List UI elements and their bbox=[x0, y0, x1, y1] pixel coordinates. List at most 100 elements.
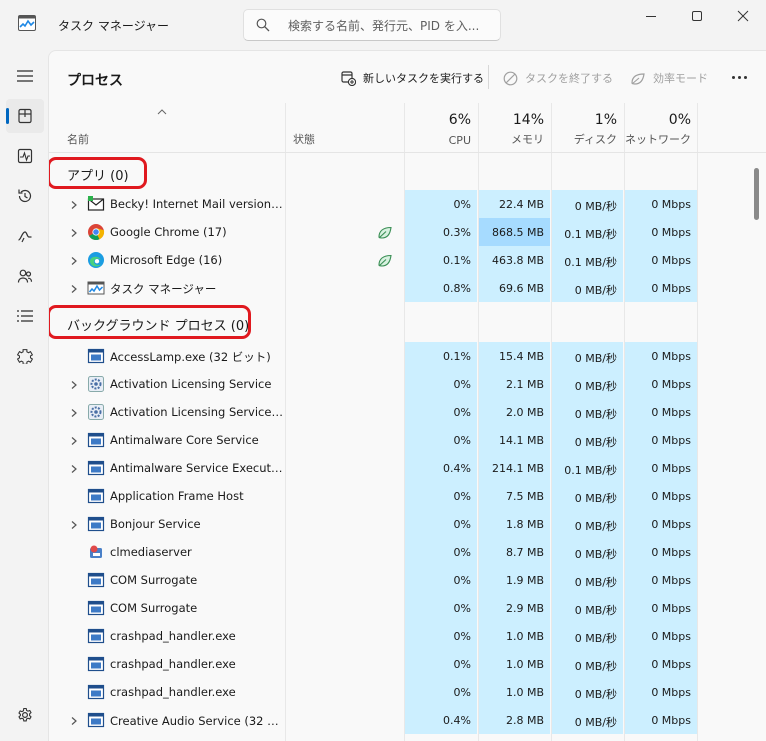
cpu-value: 0.3% bbox=[405, 218, 477, 246]
network-value: 0 Mbps bbox=[625, 538, 697, 566]
process-row[interactable]: AccessLamp.exe (32 ビット) 0.1% 15.4 MB 0 MB/秒… bbox=[49, 342, 757, 370]
chevron-right-icon[interactable] bbox=[69, 255, 79, 265]
disk-value: 0 MB/秒 bbox=[552, 510, 623, 538]
process-name: Creative Audio Service (32 ビット) bbox=[110, 714, 284, 728]
process-name: Antimalware Core Service bbox=[110, 433, 259, 447]
disk-value: 0.1 MB/秒 bbox=[552, 218, 623, 246]
process-row[interactable]: crashpad_handler.exe 0% 1.0 MB 0 MB/秒 0 Mbps bbox=[49, 650, 757, 678]
memory-value: 1.0 MB bbox=[479, 678, 550, 706]
process-row[interactable]: Microsoft Edge (16) 0.1% 463.8 MB 0.1 MB/秒 0… bbox=[49, 246, 757, 274]
memory-value: 868.5 MB bbox=[479, 218, 550, 246]
cpu-value: 0% bbox=[405, 190, 477, 218]
group-header-apps[interactable]: アプリ (0) bbox=[49, 154, 757, 190]
sort-ascending-icon bbox=[157, 109, 167, 115]
process-row[interactable]: Creative Audio Service (32 ビット) 0.4%2.8 M… bbox=[49, 706, 757, 734]
users-icon bbox=[17, 269, 33, 283]
chevron-right-icon[interactable] bbox=[69, 715, 79, 725]
process-row[interactable]: clmediaserver 0% 8.7 MB 0 MB/秒 0 Mbps bbox=[49, 538, 757, 566]
sidebar-item-users[interactable] bbox=[6, 259, 44, 293]
process-name: Becky! Internet Mail version 2 ... bbox=[110, 197, 284, 211]
process-row[interactable]: Activation Licensing Service (3... 0% 2.0 … bbox=[49, 398, 757, 426]
cpu-value: 0% bbox=[405, 678, 477, 706]
chevron-right-icon[interactable] bbox=[69, 227, 79, 237]
chevron-right-icon[interactable] bbox=[69, 199, 79, 209]
search-input[interactable] bbox=[288, 16, 493, 36]
scrollbar-thumb[interactable] bbox=[754, 168, 759, 220]
column-header-memory[interactable]: 14% メモリ bbox=[479, 103, 550, 153]
process-name: COM Surrogate bbox=[110, 573, 198, 587]
disk-value: 0 MB/秒 bbox=[552, 426, 623, 454]
efficiency-status bbox=[377, 224, 393, 243]
efficiency-mode-button[interactable]: 効率モード bbox=[630, 67, 708, 89]
disk-value: 0.1 MB/秒 bbox=[552, 454, 623, 482]
command-bar: プロセス 新しいタスクを実行する タスクを終了する 効率モード bbox=[49, 51, 766, 103]
sidebar-item-processes[interactable] bbox=[6, 99, 44, 133]
memory-value: 69.6 MB bbox=[479, 274, 550, 302]
chevron-right-icon[interactable] bbox=[69, 519, 79, 529]
process-row[interactable]: Google Chrome (17) 0.3% 868.5 MB 0.1 MB/秒 0 … bbox=[49, 218, 757, 246]
menu-toggle-button[interactable] bbox=[6, 59, 44, 93]
search-box[interactable] bbox=[243, 9, 501, 41]
column-header-name[interactable]: 名前 bbox=[49, 103, 285, 153]
process-row[interactable]: Application Frame Host 0% 7.5 MB 0 MB/秒 0 Mb… bbox=[49, 482, 757, 510]
memory-value: 7.5 MB bbox=[479, 482, 550, 510]
process-name: Microsoft Edge (16) bbox=[110, 253, 223, 267]
chevron-right-icon[interactable] bbox=[69, 407, 79, 417]
more-dot-icon bbox=[743, 75, 747, 79]
details-icon bbox=[17, 310, 33, 322]
chevron-right-icon[interactable] bbox=[69, 435, 79, 445]
process-row[interactable]: Antimalware Service Executable 0.4% 214.1 … bbox=[49, 454, 757, 482]
run-new-task-button[interactable]: 新しいタスクを実行する bbox=[341, 67, 484, 89]
process-row[interactable]: crashpad_handler.exe 0% 1.0 MB 0 MB/秒 0 Mbps bbox=[49, 622, 757, 650]
sidebar-item-settings[interactable] bbox=[6, 698, 44, 732]
disk-value: 0 MB/秒 bbox=[552, 342, 623, 370]
process-row[interactable]: Becky! Internet Mail version 2 ... 0% 22.4… bbox=[49, 190, 757, 218]
process-row[interactable]: Activation Licensing Service 0% 2.1 MB 0 MB… bbox=[49, 370, 757, 398]
cpu-value: 0.8% bbox=[405, 274, 477, 302]
cpu-value: 0% bbox=[405, 426, 477, 454]
memory-value: 15.4 MB bbox=[479, 342, 550, 370]
network-value: 0 Mbps bbox=[625, 370, 697, 398]
efficiency-mode-label: 効率モード bbox=[653, 72, 708, 85]
end-task-button[interactable]: タスクを終了する bbox=[503, 67, 613, 89]
process-row[interactable]: タスク マネージャー 0.8% 69.6 MB 0 MB/秒 0 Mbps bbox=[49, 274, 757, 302]
minimize-button[interactable] bbox=[628, 0, 674, 32]
chevron-right-icon[interactable] bbox=[69, 283, 79, 293]
edge-icon bbox=[87, 251, 105, 269]
network-value: 0 Mbps bbox=[625, 622, 697, 650]
process-row[interactable]: Antimalware Core Service 0% 14.1 MB 0 MB/秒 0… bbox=[49, 426, 757, 454]
column-header-disk[interactable]: 1% ディスク bbox=[552, 103, 623, 153]
sidebar-item-details[interactable] bbox=[6, 299, 44, 333]
annotation-box bbox=[49, 157, 147, 189]
chevron-right-icon[interactable] bbox=[69, 463, 79, 473]
process-row[interactable]: COM Surrogate 0% 1.9 MB 0 MB/秒 0 Mbps bbox=[49, 566, 757, 594]
sidebar-item-services[interactable] bbox=[6, 339, 44, 373]
sidebar-item-app-history[interactable] bbox=[6, 179, 44, 213]
column-header-network[interactable]: 0% ネットワーク bbox=[625, 103, 697, 153]
gear-icon bbox=[18, 707, 32, 722]
sidebar-item-performance[interactable] bbox=[6, 139, 44, 173]
chevron-right-icon[interactable] bbox=[69, 379, 79, 389]
memory-value: 2.0 MB bbox=[479, 398, 550, 426]
cpu-value: 0% bbox=[405, 482, 477, 510]
task-manager-icon bbox=[18, 15, 36, 31]
disk-value: 0.1 MB/秒 bbox=[552, 246, 623, 274]
process-row[interactable]: Bonjour Service 0% 1.8 MB 0 MB/秒 0 Mbps bbox=[49, 510, 757, 538]
maximize-button[interactable] bbox=[674, 0, 720, 32]
process-name: Application Frame Host bbox=[110, 489, 244, 503]
column-header-status[interactable]: 状態 bbox=[285, 103, 404, 153]
more-options-button[interactable] bbox=[724, 65, 754, 89]
process-row[interactable]: COM Surrogate 0% 2.9 MB 0 MB/秒 0 Mbps bbox=[49, 594, 757, 622]
close-button[interactable] bbox=[720, 0, 766, 32]
network-value: 0 Mbps bbox=[625, 594, 697, 622]
memory-value: 8.7 MB bbox=[479, 538, 550, 566]
sidebar-item-startup-apps[interactable] bbox=[6, 219, 44, 253]
startup-apps-icon bbox=[18, 231, 32, 243]
becky-icon bbox=[87, 195, 105, 213]
more-dot-icon bbox=[731, 75, 735, 79]
column-header-cpu[interactable]: 6% CPU bbox=[405, 103, 477, 153]
memory-value: 463.8 MB bbox=[479, 246, 550, 274]
end-task-label: タスクを終了する bbox=[525, 72, 613, 85]
process-row[interactable]: crashpad_handler.exe 0% 1.0 MB 0 MB/秒 0 Mbps bbox=[49, 678, 757, 706]
disk-value: 0 MB/秒 bbox=[552, 566, 623, 594]
